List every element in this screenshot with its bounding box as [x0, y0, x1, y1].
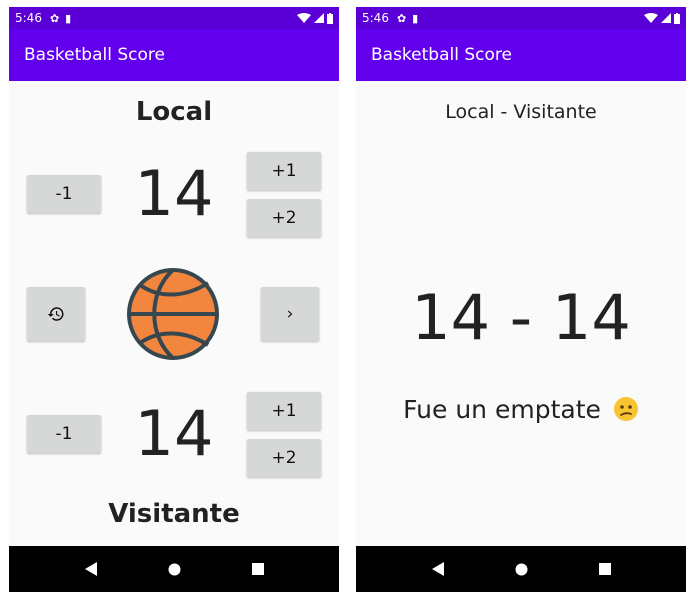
final-score: 14 - 14	[411, 281, 631, 354]
battery-icon	[674, 12, 680, 24]
home-icon[interactable]	[168, 563, 181, 576]
status-time: 5:46	[15, 11, 42, 25]
basketball-icon	[127, 268, 219, 360]
settings-icon: ✿	[49, 12, 60, 25]
signal-icon	[661, 13, 671, 23]
app-bar: Basketball Score	[9, 29, 339, 81]
visitor-team-title: Visitante	[108, 499, 240, 529]
app-title: Basketball Score	[371, 45, 512, 65]
sd-card-icon: ▮	[65, 12, 72, 25]
wifi-icon	[644, 13, 658, 23]
app-title: Basketball Score	[24, 45, 165, 65]
navigation-bar	[9, 546, 339, 592]
back-icon[interactable]	[431, 562, 444, 576]
wifi-icon	[297, 13, 311, 23]
sd-card-icon: ▮	[412, 12, 419, 25]
navigation-bar	[356, 546, 686, 592]
visitor-score: 14	[134, 397, 214, 470]
history-icon	[47, 307, 64, 321]
visitor-plus-two-button[interactable]: +2	[247, 439, 321, 477]
recents-icon[interactable]	[251, 563, 264, 575]
restore-history-button[interactable]	[27, 287, 85, 341]
phone-screen-result: 5:46 ✿ ▮ Basketball Score Local - Visita…	[356, 7, 686, 592]
local-minus-one-button[interactable]: -1	[27, 175, 101, 213]
local-plus-two-button[interactable]: +2	[247, 199, 321, 237]
settings-icon: ✿	[396, 12, 407, 25]
confused-face-icon	[613, 397, 638, 421]
recents-icon[interactable]	[598, 563, 611, 575]
local-score: 14	[134, 157, 214, 230]
status-bar: 5:46 ✿ ▮	[356, 7, 686, 29]
local-team-title: Local	[135, 97, 213, 127]
phone-screen-score: 5:46 ✿ ▮ Basketball Score Local -1 14 +1…	[9, 7, 339, 592]
result-text: Fue un emptate	[403, 395, 601, 424]
next-button[interactable]: ›	[261, 287, 319, 341]
status-bar: 5:46 ✿ ▮	[9, 7, 339, 29]
visitor-plus-one-button[interactable]: +1	[247, 392, 321, 430]
app-bar: Basketball Score	[356, 29, 686, 81]
status-time: 5:46	[362, 11, 389, 25]
battery-icon	[327, 12, 333, 24]
result-message: Fue un emptate	[356, 395, 686, 424]
visitor-minus-one-button[interactable]: -1	[27, 415, 101, 453]
home-icon[interactable]	[515, 563, 528, 576]
signal-icon	[314, 13, 324, 23]
local-plus-one-button[interactable]: +1	[247, 152, 321, 190]
matchup-label: Local - Visitante	[445, 101, 597, 123]
back-icon[interactable]	[84, 562, 97, 576]
